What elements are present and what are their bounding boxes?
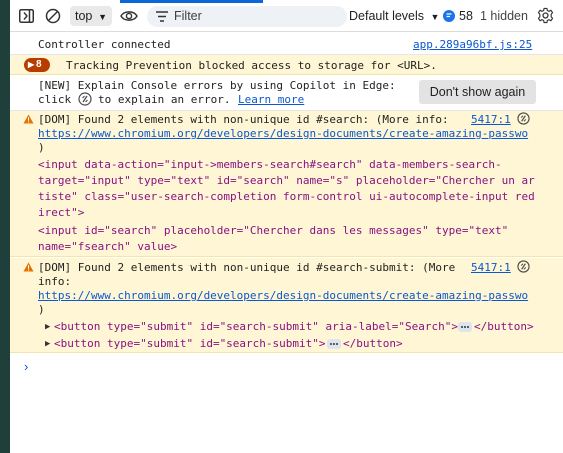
element-2-line-2[interactable]: name="fsearch" value> <box>38 240 177 253</box>
learn-more-link[interactable]: Learn more <box>238 93 304 106</box>
copilot-line-2-end: to explain an error. <box>98 93 231 106</box>
expand-triangle-icon[interactable]: ▶ <box>45 339 50 349</box>
source-link[interactable]: 5417:1 <box>471 113 511 126</box>
live-expression-eye-icon[interactable] <box>120 9 138 23</box>
active-tab-indicator <box>120 0 263 3</box>
more-info-link[interactable]: https://www.chromium.org/developers/desi… <box>38 127 528 140</box>
dom-warning-header: [DOM] Found 2 elements with non-unique i… <box>38 113 449 126</box>
issues-badge-icon[interactable] <box>443 10 455 22</box>
dom-warning-header-line-2: info: <box>38 275 72 288</box>
filter-input[interactable]: Filter <box>147 6 347 27</box>
copilot-line-1: [NEW] Explain Console errors by using Co… <box>38 79 396 92</box>
filter-icon <box>156 11 168 22</box>
source-link[interactable]: 5417:1 <box>471 261 511 274</box>
source-link[interactable]: app.289a96bf.js:25 <box>413 38 532 51</box>
hidden-messages-count: 1 hidden <box>480 9 528 23</box>
close-paren: ) <box>38 303 45 316</box>
element-2-line-1[interactable]: <input id="search" placeholder="Chercher… <box>38 224 508 237</box>
element-1-line-1[interactable]: <input data-action="input->members-searc… <box>38 158 502 171</box>
sidebar-toggle-icon[interactable] <box>19 9 34 23</box>
issues-count[interactable]: 58 <box>459 9 473 23</box>
submit-element-1-open[interactable]: <button type="submit" id="search-submit"… <box>54 320 458 333</box>
repeat-count: 8 <box>36 59 42 70</box>
filter-placeholder: Filter <box>174 9 202 23</box>
log-levels-label: Default levels <box>349 9 425 23</box>
clear-console-icon[interactable] <box>45 8 61 24</box>
left-app-strip <box>0 0 10 453</box>
element-1-line-3[interactable]: tiste" class="user-search-completion for… <box>38 190 535 203</box>
more-info-link[interactable]: https://www.chromium.org/developers/desi… <box>38 289 528 302</box>
copilot-icon <box>78 92 92 106</box>
context-selector-label: top <box>75 9 93 23</box>
close-paren: ) <box>38 141 45 154</box>
context-selector[interactable]: top ▼ <box>70 6 112 26</box>
chevron-down-icon: ▼ <box>430 12 440 22</box>
console-prompt-chevron[interactable]: › <box>24 359 28 374</box>
submit-element-2-close[interactable]: </button> <box>343 337 403 350</box>
copilot-line-2-start: click <box>38 93 72 106</box>
warning-icon <box>23 114 34 124</box>
console-panel: top ▼ Filter Default levels ▼ 58 1 hidde… <box>10 0 563 453</box>
repeat-count-badge[interactable]: ▶ 8 <box>24 58 50 72</box>
tracking-message: Tracking Prevention blocked access to st… <box>66 59 437 72</box>
copilot-explain-icon[interactable] <box>517 112 530 125</box>
log-levels-dropdown[interactable]: Default levels ▼ <box>349 9 439 23</box>
expand-triangle-icon: ▶ <box>28 60 35 69</box>
element-1-line-4[interactable]: irect"> <box>38 206 84 219</box>
ellipsis-icon[interactable] <box>327 339 341 349</box>
dont-show-again-button[interactable]: Don't show again <box>419 80 536 104</box>
element-1-line-2[interactable]: target="input" type="text" id="search" n… <box>38 174 535 187</box>
log-row-controller: Controller connected app.289a96bf.js:25 <box>10 32 563 55</box>
settings-gear-icon[interactable] <box>537 7 554 24</box>
chevron-down-icon: ▼ <box>98 12 107 22</box>
ellipsis-icon[interactable] <box>458 322 472 332</box>
submit-element-1-close[interactable]: </button> <box>474 320 534 333</box>
dom-warning-header-line-1: [DOM] Found 2 elements with non-unique i… <box>38 261 456 274</box>
warning-icon <box>23 262 34 272</box>
log-message: Controller connected <box>38 38 171 51</box>
console-toolbar: top ▼ Filter Default levels ▼ 58 1 hidde… <box>10 0 563 32</box>
copilot-explain-icon[interactable] <box>517 260 530 273</box>
expand-triangle-icon[interactable]: ▶ <box>45 322 50 332</box>
submit-element-2-open[interactable]: <button type="submit" id="search-submit"… <box>54 337 326 350</box>
